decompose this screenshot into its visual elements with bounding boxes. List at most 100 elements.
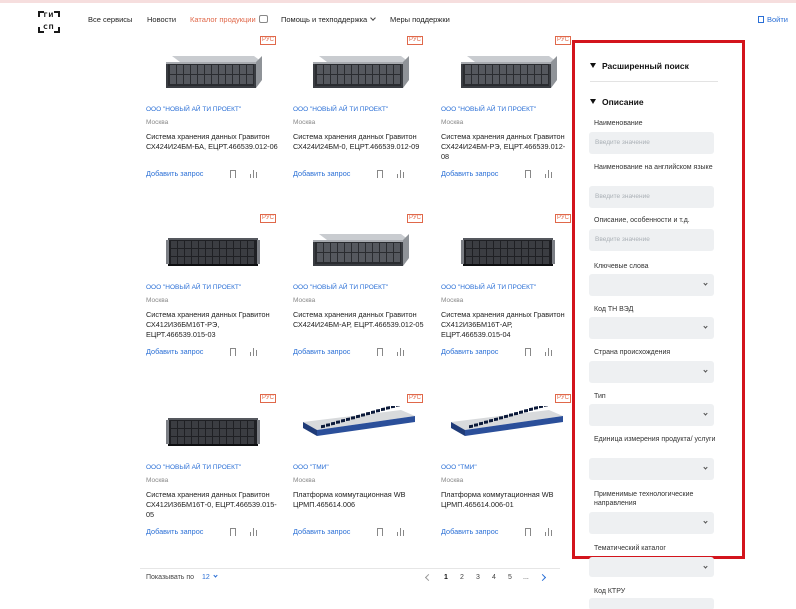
network-switch-icon[interactable] bbox=[301, 400, 417, 440]
server-4u-icon[interactable] bbox=[164, 50, 262, 92]
product-title[interactable]: Система хранения данных Гравитон СХ424И2… bbox=[441, 132, 573, 162]
nav-help-support[interactable]: Помощь и техподдержка bbox=[281, 15, 377, 24]
product-card[interactable]: РУС ООО "НОВЫЙ АЙ ТИ ПРОЕКТ" Москва Система… bbox=[441, 214, 571, 374]
unit-select[interactable] bbox=[589, 458, 714, 480]
compare-chart-icon[interactable] bbox=[545, 348, 553, 356]
compare-chart-icon[interactable] bbox=[250, 170, 258, 178]
company-link[interactable]: ООО "НОВЫЙ АЙ ТИ ПРОЕКТ" bbox=[146, 464, 241, 471]
site-logo[interactable]: ГИ СП bbox=[38, 11, 60, 33]
compare-chart-icon[interactable] bbox=[397, 348, 405, 356]
product-card[interactable]: РУС ООО "ТМИ" Москва Платформа коммутационн… bbox=[441, 394, 571, 554]
add-request-button[interactable]: Добавить запрос bbox=[293, 527, 350, 536]
server-4u-icon[interactable] bbox=[311, 50, 409, 92]
compare-chart-icon[interactable] bbox=[397, 170, 405, 178]
bookmark-icon[interactable] bbox=[230, 170, 236, 178]
bookmark-icon[interactable] bbox=[230, 348, 236, 356]
product-card[interactable]: РУС ООО "НОВЫЙ АЙ ТИ ПРОЕКТ" Москва Система… bbox=[146, 394, 278, 554]
product-title[interactable]: Система хранения данных Гравитон СХ412И3… bbox=[441, 310, 573, 340]
description-section-header[interactable]: Описание bbox=[590, 97, 644, 107]
login-label: Войти bbox=[767, 15, 788, 24]
page-size-select[interactable]: 12 bbox=[202, 573, 218, 581]
server-dark-icon[interactable] bbox=[459, 228, 557, 270]
chevron-down-icon bbox=[703, 281, 708, 286]
bookmark-icon[interactable] bbox=[525, 170, 531, 178]
page-5[interactable]: 5 bbox=[508, 574, 512, 581]
page-3[interactable]: 3 bbox=[476, 574, 480, 581]
nav-product-catalog[interactable]: Каталог продукции bbox=[190, 15, 268, 24]
company-link[interactable]: ООО "ТМИ" bbox=[441, 464, 477, 471]
add-request-button[interactable]: Добавить запрос bbox=[293, 347, 350, 356]
bookmark-icon[interactable] bbox=[377, 170, 383, 178]
server-4u-icon[interactable] bbox=[459, 50, 557, 92]
page-2[interactable]: 2 bbox=[460, 574, 464, 581]
product-title[interactable]: Платформа коммутационная WB ЦРМП.465614.… bbox=[293, 490, 425, 510]
product-title[interactable]: Система хранения данных Гравитон СХ424И2… bbox=[146, 132, 278, 152]
add-request-button[interactable]: Добавить запрос bbox=[146, 347, 203, 356]
network-switch-icon[interactable] bbox=[449, 400, 565, 440]
compare-chart-icon[interactable] bbox=[250, 348, 258, 356]
product-title[interactable]: Платформа коммутационная WB ЦРМП.465614.… bbox=[441, 490, 573, 510]
product-card[interactable]: РУС ООО "НОВЫЙ АЙ ТИ ПРОЕКТ" Москва Система… bbox=[146, 36, 278, 196]
name-en-input[interactable]: Введите значение bbox=[589, 186, 714, 208]
bookmark-icon[interactable] bbox=[230, 528, 236, 536]
keywords-select[interactable] bbox=[589, 274, 714, 296]
company-link[interactable]: ООО "НОВЫЙ АЙ ТИ ПРОЕКТ" bbox=[441, 106, 536, 113]
bookmark-icon[interactable] bbox=[525, 348, 531, 356]
compare-chart-icon[interactable] bbox=[545, 528, 553, 536]
company-link[interactable]: ООО "НОВЫЙ АЙ ТИ ПРОЕКТ" bbox=[441, 284, 536, 291]
compare-chart-icon[interactable] bbox=[545, 170, 553, 178]
company-link[interactable]: ООО "НОВЫЙ АЙ ТИ ПРОЕКТ" bbox=[146, 284, 241, 291]
prev-page-icon[interactable] bbox=[424, 573, 433, 582]
origin-badge: РУС bbox=[259, 36, 276, 45]
product-card[interactable]: РУС ООО "ТМИ" Москва Платформа коммутационн… bbox=[293, 394, 423, 554]
company-link[interactable]: ООО "ТМИ" bbox=[293, 464, 329, 471]
description-section-title: Описание bbox=[602, 97, 644, 107]
origin-badge: РУС bbox=[406, 36, 423, 45]
add-request-button[interactable]: Добавить запрос bbox=[441, 169, 498, 178]
nav-news[interactable]: Новости bbox=[147, 15, 176, 24]
ktru-select[interactable] bbox=[589, 598, 714, 609]
tech-directions-select[interactable] bbox=[589, 512, 714, 534]
product-card[interactable]: РУС ООО "НОВЫЙ АЙ ТИ ПРОЕКТ" Москва Система… bbox=[293, 214, 425, 374]
product-title[interactable]: Система хранения данных Гравитон СХ424И2… bbox=[293, 132, 425, 152]
add-request-button[interactable]: Добавить запрос bbox=[441, 527, 498, 536]
tnved-select[interactable] bbox=[589, 317, 714, 339]
add-request-button[interactable]: Добавить запрос bbox=[441, 347, 498, 356]
product-card[interactable]: РУС ООО "НОВЫЙ АЙ ТИ ПРОЕКТ" Москва Система… bbox=[441, 36, 571, 196]
compare-chart-icon[interactable] bbox=[250, 528, 258, 536]
add-request-button[interactable]: Добавить запрос bbox=[146, 169, 203, 178]
product-title[interactable]: Система хранения данных Гравитон СХ424И2… bbox=[293, 310, 425, 330]
next-page-icon[interactable] bbox=[538, 573, 547, 582]
add-request-button[interactable]: Добавить запрос bbox=[293, 169, 350, 178]
origin-badge: РУС bbox=[259, 394, 276, 403]
product-title[interactable]: Система хранения данных Гравитон СХ412И3… bbox=[146, 490, 278, 520]
name-input[interactable]: Введите значение bbox=[589, 132, 714, 154]
product-card[interactable]: РУС ООО "НОВЫЙ АЙ ТИ ПРОЕКТ" Москва Система… bbox=[293, 36, 423, 196]
login-link[interactable]: Войти bbox=[758, 15, 788, 24]
bookmark-icon[interactable] bbox=[377, 528, 383, 536]
page-1[interactable]: 1 bbox=[444, 574, 448, 581]
page-4[interactable]: 4 bbox=[492, 574, 496, 581]
country-select[interactable] bbox=[589, 361, 714, 383]
server-dark-icon[interactable] bbox=[164, 228, 262, 270]
bookmark-icon[interactable] bbox=[525, 528, 531, 536]
compare-chart-icon[interactable] bbox=[397, 528, 405, 536]
company-link[interactable]: ООО "НОВЫЙ АЙ ТИ ПРОЕКТ" bbox=[146, 106, 241, 113]
server-dark-icon[interactable] bbox=[164, 408, 262, 450]
nav-support-measures[interactable]: Меры поддержки bbox=[390, 15, 450, 24]
product-actions: Добавить запрос bbox=[293, 527, 423, 539]
type-select[interactable] bbox=[589, 404, 714, 426]
add-request-button[interactable]: Добавить запрос bbox=[146, 527, 203, 536]
product-title[interactable]: Система хранения данных Гравитон СХ412И3… bbox=[146, 310, 278, 340]
server-4u-icon[interactable] bbox=[311, 228, 409, 270]
bookmark-icon[interactable] bbox=[377, 348, 383, 356]
nav-all-services[interactable]: Все сервисы bbox=[88, 15, 132, 24]
chevron-down-icon bbox=[703, 368, 708, 373]
company-link[interactable]: ООО "НОВЫЙ АЙ ТИ ПРОЕКТ" bbox=[293, 284, 388, 291]
advanced-search-header[interactable]: Расширенный поиск bbox=[590, 61, 689, 71]
company-link[interactable]: ООО "НОВЫЙ АЙ ТИ ПРОЕКТ" bbox=[293, 106, 388, 113]
thematic-catalog-select[interactable] bbox=[589, 557, 714, 577]
product-card[interactable]: РУС ООО "НОВЫЙ АЙ ТИ ПРОЕКТ" Москва Система… bbox=[146, 214, 276, 374]
server-chassis-image bbox=[166, 56, 262, 88]
description-input[interactable]: Введите значение bbox=[589, 229, 714, 251]
